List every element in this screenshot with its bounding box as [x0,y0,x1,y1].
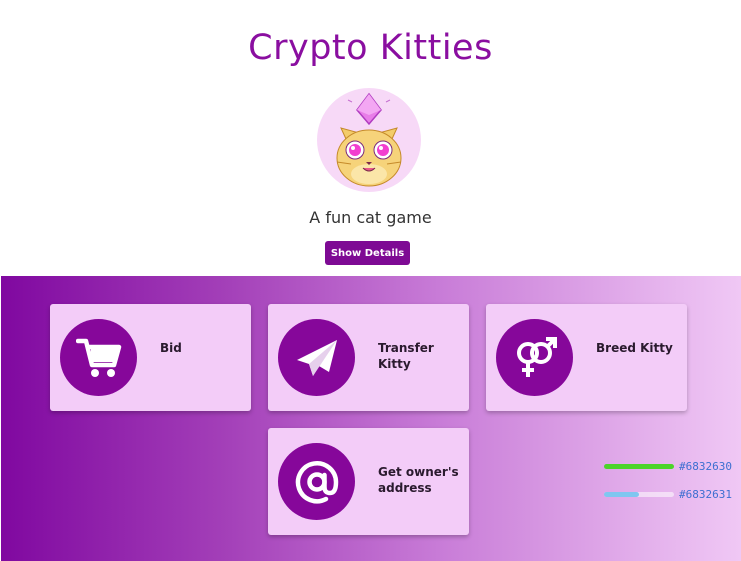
gender-icon [496,319,573,396]
at-icon [278,443,355,520]
legend-item-1: #6832630 [604,460,732,473]
paper-plane-icon [278,319,355,396]
tagline: A fun cat game [309,208,432,227]
get-owner-address-label: Get owner's address [378,465,459,495]
get-owner-address-card[interactable]: Get owner's address [268,428,469,535]
legend-bar-2-fill [604,492,639,497]
breed-kitty-card[interactable]: Breed Kitty [486,304,687,411]
actions-panel: Bid Transfer Kitty Breed Kitty Get owner… [1,276,741,561]
legend-bar-2 [604,492,674,497]
cart-icon [60,319,137,396]
transfer-kitty-card[interactable]: Transfer Kitty [268,304,469,411]
bid-card[interactable]: Bid [50,304,251,411]
transfer-kitty-label: Transfer Kitty [378,341,434,371]
bid-label: Bid [160,341,182,355]
page-title: Crypto Kitties [248,28,493,68]
breed-kitty-label: Breed Kitty [596,341,673,355]
legend-bar-1 [604,464,674,469]
legend-bar-1-fill [604,464,674,469]
crypto-kitty-logo [317,88,421,192]
legend-text-1: #6832630 [679,460,732,473]
legend-item-2: #6832631 [604,488,732,501]
legend-text-2: #6832631 [679,488,732,501]
show-details-button[interactable]: Show Details [325,241,410,265]
